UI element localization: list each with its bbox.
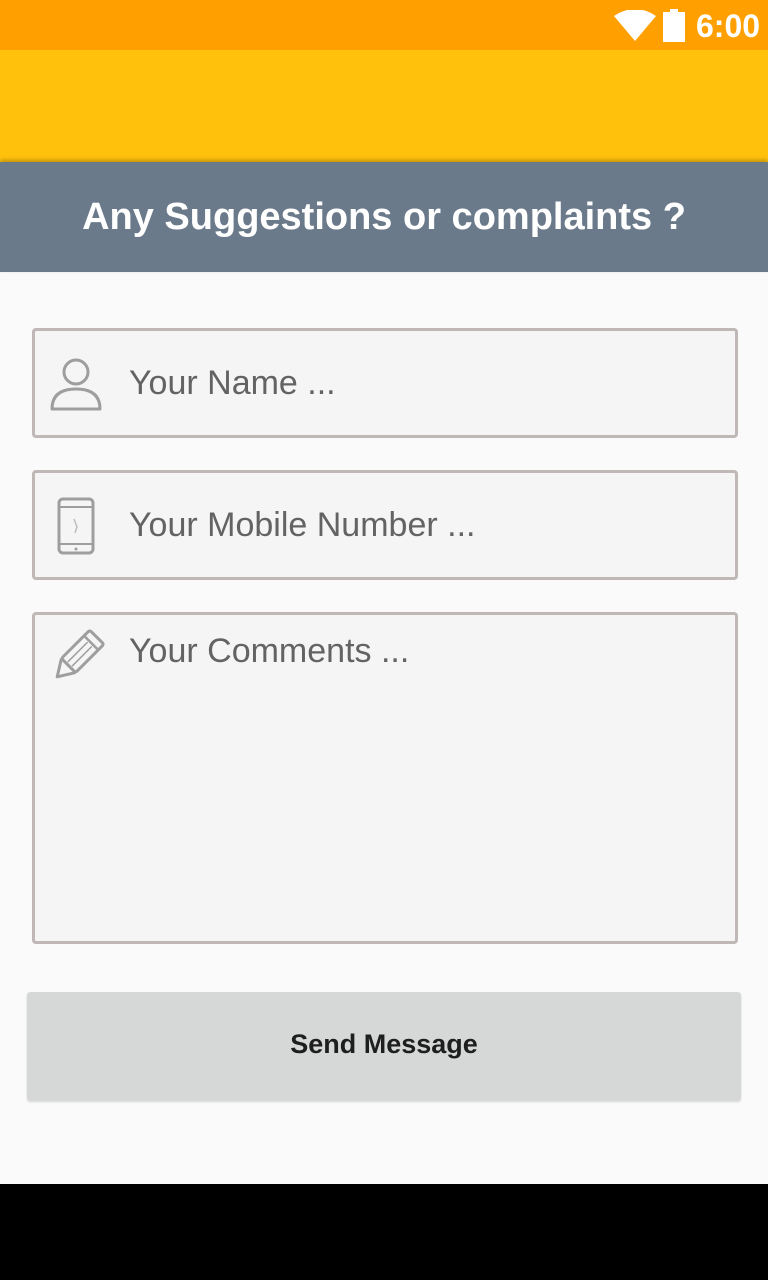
navigation-bar	[0, 1184, 768, 1280]
send-message-button[interactable]: Send Message	[27, 992, 741, 1100]
name-field[interactable]: Your Name ...	[32, 328, 738, 438]
mobile-number-field[interactable]: Your Mobile Number ...	[32, 470, 738, 580]
wifi-icon	[614, 10, 656, 41]
name-placeholder: Your Name ...	[129, 364, 336, 402]
comments-placeholder: Your Comments ...	[129, 632, 410, 670]
comments-field[interactable]: Your Comments ...	[32, 612, 738, 944]
mobile-placeholder: Your Mobile Number ...	[129, 506, 476, 544]
mobile-phone-icon	[57, 497, 95, 555]
pencil-icon	[55, 629, 105, 679]
status-time: 6:00	[696, 8, 761, 44]
header-band: Any Suggestions or complaints ?	[0, 162, 768, 272]
battery-icon	[663, 9, 685, 42]
page-title: Any Suggestions or complaints ?	[82, 196, 686, 238]
person-icon	[50, 358, 102, 411]
app-bar	[0, 50, 768, 162]
status-bar: 6:00	[0, 0, 768, 50]
